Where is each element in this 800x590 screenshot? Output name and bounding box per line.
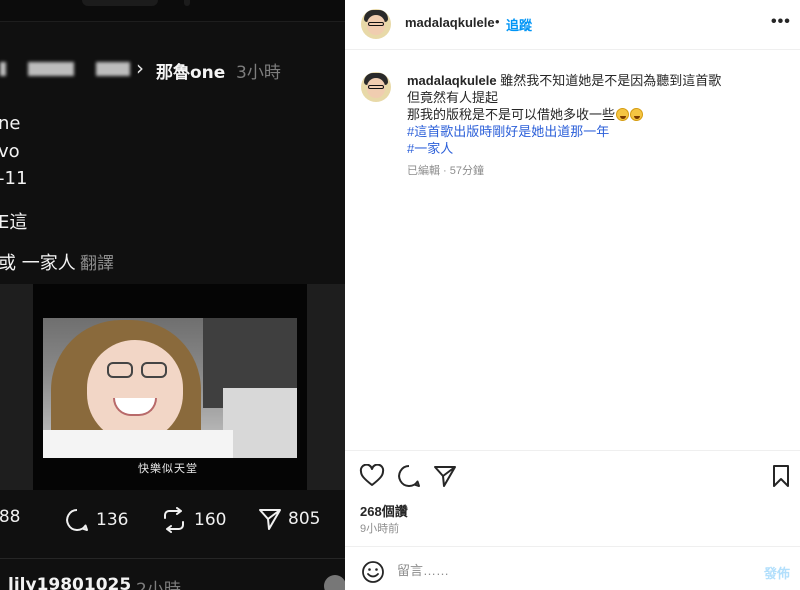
threads-panel: › 那魯one 3小時 ne vo -11 E這 或 一家人 翻譯 快樂似天堂 … — [0, 0, 345, 590]
post-author[interactable]: 那魯one — [156, 58, 225, 83]
like-count-item[interactable]: 388 — [0, 507, 20, 527]
likes-count[interactable]: 268個讚 — [360, 501, 408, 520]
next-post-username[interactable]: lily19801025 — [8, 575, 131, 590]
follow-button[interactable]: 追蹤 — [506, 15, 532, 34]
frame-wall — [223, 388, 297, 458]
caption-line: madalaqkulele 雖然我不知道她是不是因為聽到這首歌 — [407, 72, 787, 89]
post-header: madalaqkulele • 追蹤 ••• — [345, 0, 800, 50]
redacted-text — [0, 62, 6, 76]
rofl-emoji-icon — [630, 108, 644, 121]
bookmark-icon[interactable] — [771, 464, 791, 488]
edited-meta: 已編輯 · 57分鐘 — [407, 165, 485, 177]
post-text-line: E這 — [0, 212, 28, 233]
next-post-row: lily19801025 2小時 — [0, 558, 345, 590]
video-subtitle: 快樂似天堂 — [138, 462, 198, 475]
like-count: 388 — [0, 507, 21, 527]
person-face — [87, 340, 183, 442]
separator-dot: • — [495, 14, 500, 29]
post-timestamp: 9小時前 — [360, 523, 400, 535]
comment-bar: 發佈 — [345, 546, 800, 590]
hashtag-link[interactable]: #這首歌出版時剛好是她出道那一年 — [407, 123, 787, 140]
avatar-glasses — [368, 85, 384, 89]
share-count: 805 — [288, 509, 321, 529]
comment-icon — [66, 509, 88, 531]
share-icon — [259, 509, 281, 530]
comment-icon[interactable] — [396, 464, 422, 488]
post-time: 3小時 — [236, 63, 281, 83]
caption-text: 那我的版稅是不是可以借她多收一些 — [407, 107, 616, 122]
threads-action-bar: 388 136 160 805 — [0, 507, 345, 537]
smiley-icon[interactable] — [361, 560, 385, 584]
avatar-glasses — [368, 22, 384, 26]
post-text-line: ne — [0, 113, 21, 134]
repost-count: 160 — [194, 510, 227, 530]
caption-text: 雖然我不知道她是不是因為聽到這首歌 — [500, 73, 722, 88]
post-caption: madalaqkulele 雖然我不知道她是不是因為聽到這首歌 但竟然有人提起 … — [407, 72, 787, 157]
comment-count: 136 — [96, 510, 129, 530]
person-shirt — [43, 430, 233, 458]
heart-icon[interactable] — [359, 464, 385, 488]
avatar[interactable] — [361, 9, 391, 39]
chevron-right-icon: › — [136, 56, 144, 80]
caption-avatar[interactable] — [361, 72, 391, 102]
caption-username[interactable]: madalaqkulele — [407, 73, 497, 88]
share-icon[interactable] — [433, 464, 457, 488]
instagram-post-panel: madalaqkulele • 追蹤 ••• madalaqkulele 雖然我… — [345, 0, 800, 590]
rofl-emoji-icon — [616, 108, 630, 121]
glasses-left — [107, 362, 133, 378]
post-text-line: -11 — [0, 168, 28, 189]
comment-button[interactable]: 136 — [64, 507, 128, 533]
video-frame — [43, 318, 297, 458]
hashtag-link[interactable]: #一家人 — [407, 140, 787, 157]
post-action-bar — [345, 450, 800, 498]
avatar[interactable] — [324, 575, 345, 590]
top-tab[interactable] — [82, 0, 158, 6]
post-meta-row: › 那魯one 3小時 — [0, 52, 345, 86]
post-comment-button[interactable]: 發佈 — [764, 563, 790, 582]
post-text-line: vo — [0, 141, 20, 162]
caption-line: 那我的版稅是不是可以借她多收一些 — [407, 106, 787, 123]
repost-button[interactable]: 160 — [160, 507, 226, 533]
next-post-time: 2小時 — [136, 580, 181, 590]
repost-icon — [164, 507, 184, 533]
post-mention-line: 或 一家人 — [0, 253, 76, 274]
post-username[interactable]: madalaqkulele — [405, 15, 495, 30]
more-options-icon[interactable]: ••• — [771, 13, 791, 31]
glasses-right — [141, 362, 167, 378]
redacted-text — [96, 62, 130, 76]
translate-link[interactable]: 翻譯 — [80, 249, 114, 274]
share-button[interactable]: 805 — [258, 507, 320, 531]
redacted-text — [28, 62, 74, 76]
caption-text: 但竟然有人提起 — [407, 90, 499, 105]
top-strip — [0, 0, 345, 22]
comment-input[interactable] — [397, 560, 737, 580]
top-tab-edge — [184, 0, 190, 6]
